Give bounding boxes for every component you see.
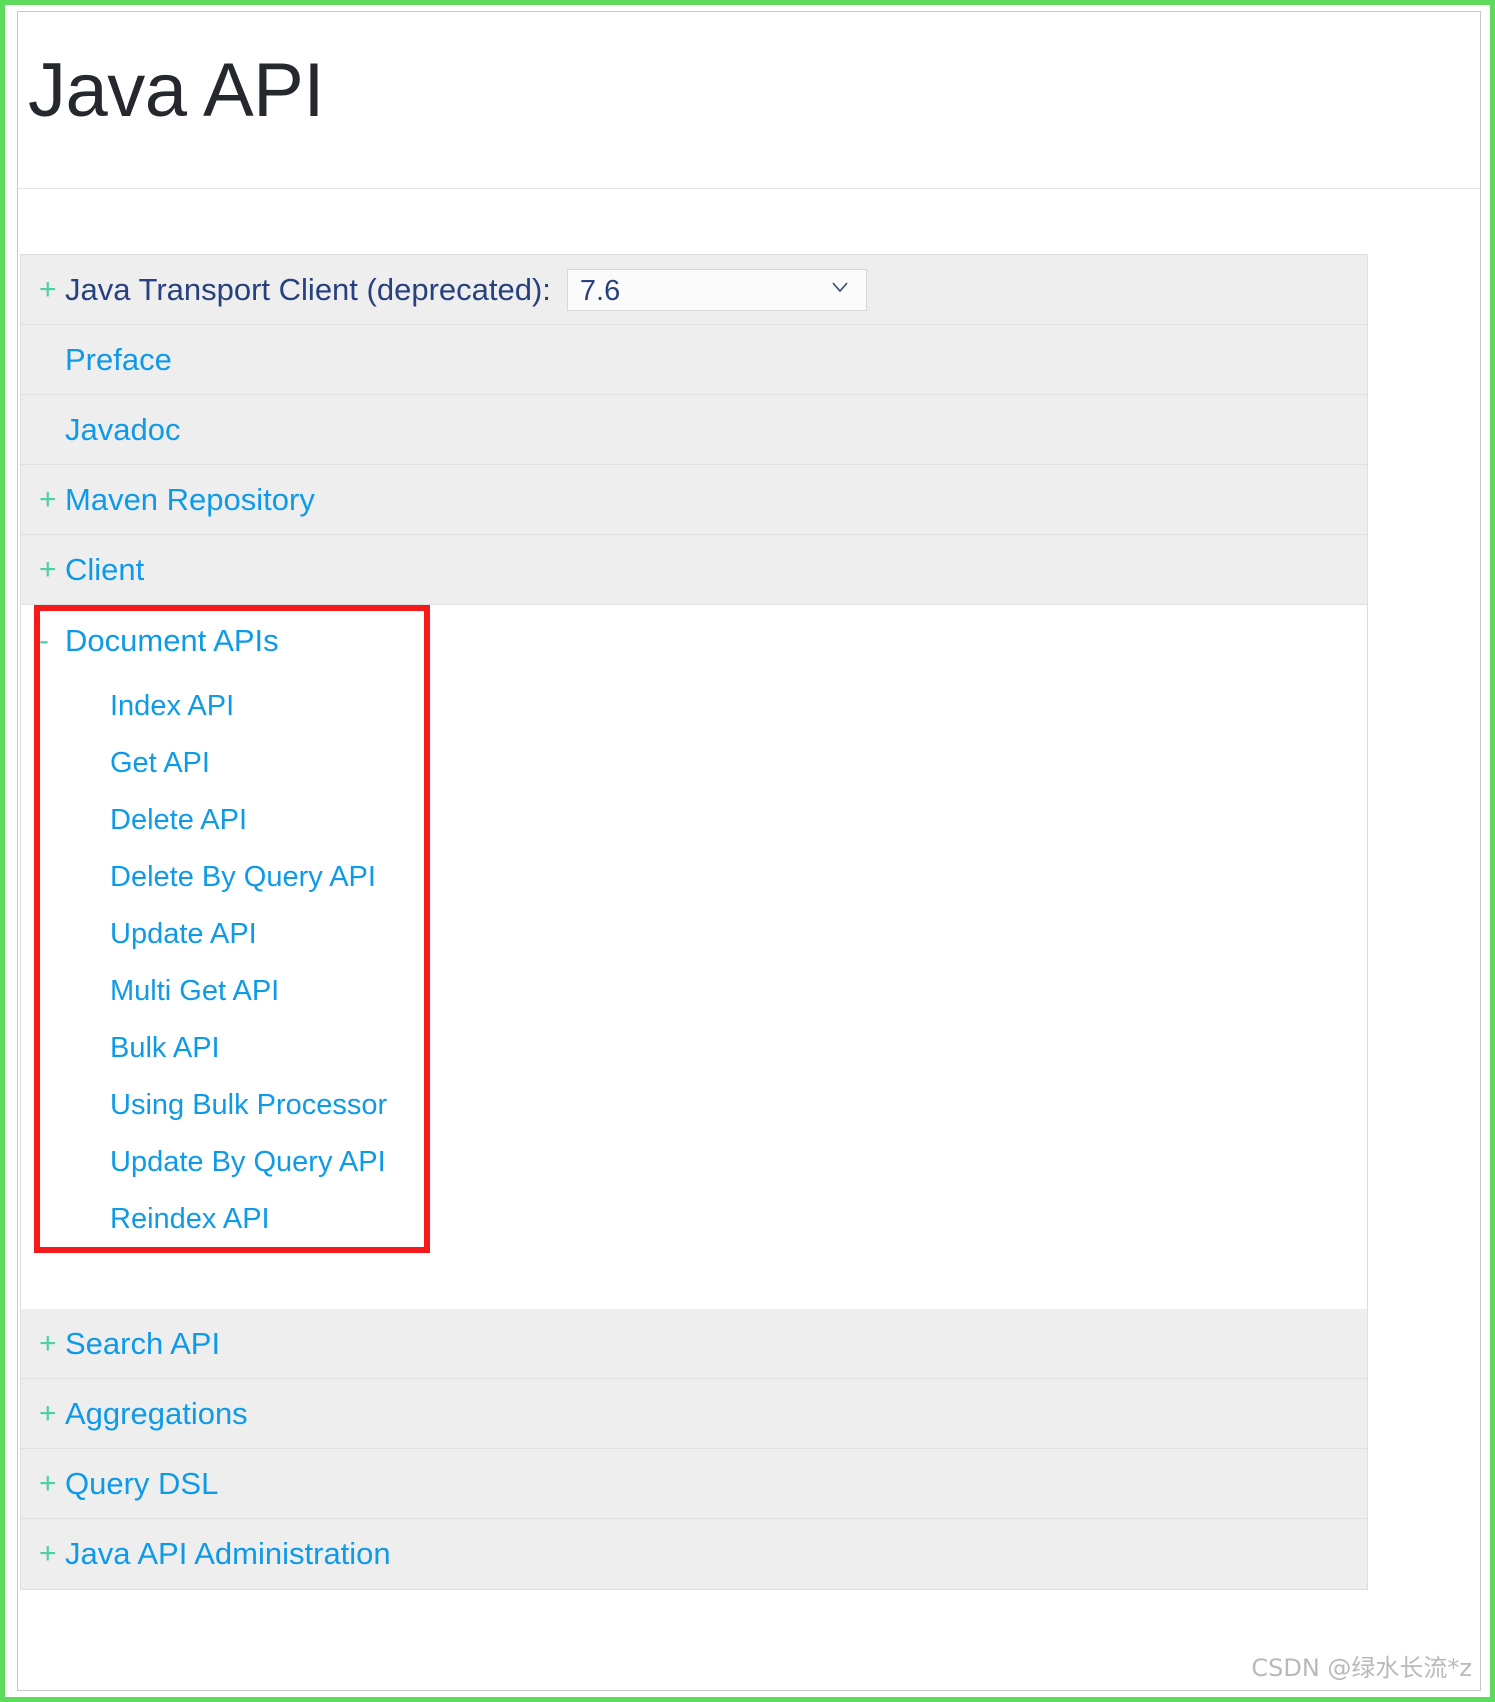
toc-sublabel-bulk-api[interactable]: Bulk API [110, 1031, 220, 1065]
screenshot-frame: Java API + Java Transport Client (deprec… [0, 0, 1495, 1702]
expand-plus-icon[interactable]: + [39, 1468, 65, 1499]
title-divider [18, 188, 1480, 189]
chevron-down-icon [830, 277, 850, 297]
toc-sublabel-update-by-query-api[interactable]: Update By Query API [110, 1145, 386, 1179]
toc-row-search-api[interactable]: + Search API [21, 1309, 1367, 1379]
toc-sublabel-using-bulk-processor[interactable]: Using Bulk Processor [110, 1088, 387, 1122]
expand-plus-icon[interactable]: + [39, 554, 65, 585]
toc-label-javadoc[interactable]: Javadoc [65, 412, 180, 448]
list-item[interactable]: Update By Query API [21, 1133, 1367, 1190]
toc-row-javadoc[interactable]: Javadoc [21, 395, 1367, 465]
toc-row-preface[interactable]: Preface [21, 325, 1367, 395]
toc-label-query-dsl[interactable]: Query DSL [65, 1466, 218, 1502]
toc-sublabel-get-api[interactable]: Get API [110, 746, 210, 780]
toc-label-document-apis[interactable]: Document APIs [65, 623, 279, 659]
list-item[interactable]: Index API [21, 677, 1367, 734]
toc-label-client[interactable]: Client [65, 552, 144, 588]
expand-plus-icon[interactable]: + [39, 1398, 65, 1429]
toc-sublabel-index-api[interactable]: Index API [110, 689, 234, 723]
toc-row-transport-client[interactable]: + Java Transport Client (deprecated): 7.… [21, 255, 1367, 325]
toc-list: + Java Transport Client (deprecated): 7.… [20, 254, 1368, 1590]
toc-row-client[interactable]: + Client [21, 535, 1367, 605]
version-select-value: 7.6 [579, 274, 621, 307]
toc-sublabel-delete-by-query-api[interactable]: Delete By Query API [110, 860, 376, 894]
toc-sublabel-reindex-api[interactable]: Reindex API [110, 1202, 270, 1236]
document-apis-sublist: Index API Get API Delete API Delete By Q… [21, 677, 1367, 1247]
list-item[interactable]: Get API [21, 734, 1367, 791]
list-item[interactable]: Delete By Query API [21, 848, 1367, 905]
expand-plus-icon[interactable]: + [39, 1539, 65, 1569]
expand-plus-icon[interactable]: + [39, 274, 65, 305]
document-apis-group: - Document APIs Index API Get API Delete… [21, 605, 1367, 1287]
toc-row-document-apis[interactable]: - Document APIs [21, 605, 1367, 677]
toc-label-java-api-administration[interactable]: Java API Administration [65, 1536, 391, 1572]
toc-sublabel-multi-get-api[interactable]: Multi Get API [110, 974, 279, 1008]
watermark: CSDN @绿水长流*z [1251, 1654, 1472, 1682]
list-item[interactable]: Reindex API [21, 1190, 1367, 1247]
toc-label-preface[interactable]: Preface [65, 342, 172, 378]
toc-label-search-api[interactable]: Search API [65, 1326, 220, 1362]
toc-row-query-dsl[interactable]: + Query DSL [21, 1449, 1367, 1519]
version-select[interactable]: 7.6 [566, 268, 867, 311]
title-block: Java API [18, 12, 1480, 188]
expand-plus-icon[interactable]: + [39, 484, 65, 515]
toc-sublabel-delete-api[interactable]: Delete API [110, 803, 247, 837]
document-apis-bottom-pad [21, 1247, 1367, 1287]
collapse-minus-icon[interactable]: - [39, 626, 65, 656]
toc-row-java-api-administration[interactable]: + Java API Administration [21, 1519, 1367, 1589]
toc-label-aggregations[interactable]: Aggregations [65, 1396, 248, 1432]
page-title: Java API [28, 48, 324, 133]
toc-row-maven-repository[interactable]: + Maven Repository [21, 465, 1367, 535]
list-item[interactable]: Delete API [21, 791, 1367, 848]
list-item[interactable]: Bulk API [21, 1019, 1367, 1076]
toc-sublabel-update-api[interactable]: Update API [110, 917, 257, 951]
expand-plus-icon[interactable]: + [39, 1328, 65, 1359]
page-frame: Java API + Java Transport Client (deprec… [17, 11, 1481, 1691]
toc-label-transport-client: Java Transport Client (deprecated): [65, 271, 551, 307]
toc-label-maven-repository[interactable]: Maven Repository [65, 482, 315, 518]
list-item[interactable]: Update API [21, 905, 1367, 962]
toc-row-aggregations[interactable]: + Aggregations [21, 1379, 1367, 1449]
spacer-after-document-apis [21, 1287, 1367, 1309]
list-item[interactable]: Multi Get API [21, 962, 1367, 1019]
list-item[interactable]: Using Bulk Processor [21, 1076, 1367, 1133]
